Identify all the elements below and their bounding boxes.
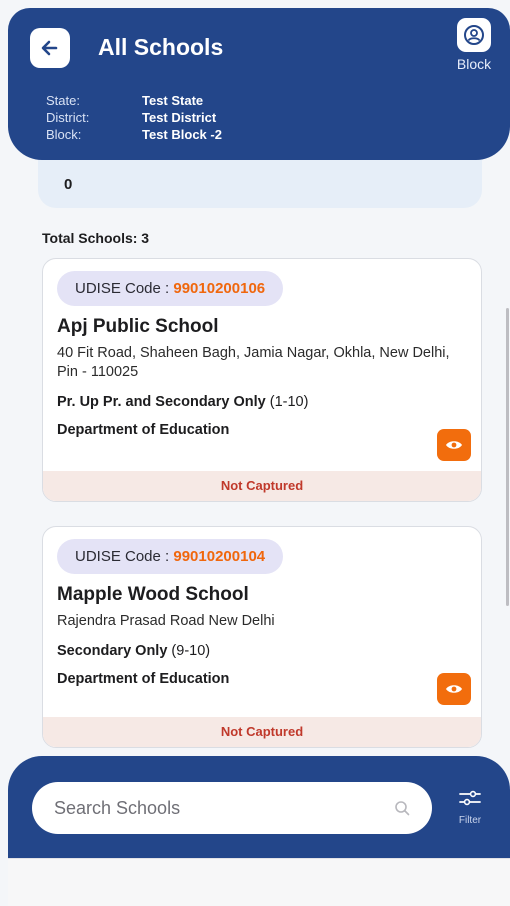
school-department: Department of Education bbox=[57, 422, 230, 438]
school-category: Pr. Up Pr. and Secondary Only (1-10) bbox=[57, 394, 481, 410]
back-button[interactable] bbox=[30, 28, 70, 68]
capture-status: Not Captured bbox=[43, 717, 481, 747]
block-value: Test Block -2 bbox=[142, 127, 222, 142]
profile-label: Block bbox=[456, 56, 492, 72]
school-name: Mapple Wood School bbox=[57, 584, 249, 605]
grade-range: (9-10) bbox=[167, 643, 211, 659]
user-circle-icon bbox=[464, 25, 484, 45]
state-row: State: Test State bbox=[46, 92, 222, 109]
block-row: Block: Test Block -2 bbox=[46, 126, 222, 143]
school-category: Secondary Only (9-10) bbox=[57, 643, 481, 659]
udise-badge: UDISE Code : 99010200106 bbox=[57, 271, 284, 306]
school-name: Apj Public School bbox=[57, 316, 219, 337]
school-address: Rajendra Prasad Road New Delhi bbox=[57, 613, 275, 629]
block-profile-button[interactable]: Block bbox=[450, 18, 498, 72]
search-box[interactable] bbox=[32, 782, 432, 834]
system-nav-area bbox=[8, 858, 510, 906]
category-name: Pr. Up Pr. and Secondary Only bbox=[57, 394, 266, 410]
udise-label: UDISE Code : bbox=[75, 548, 174, 565]
sliders-icon bbox=[459, 790, 481, 806]
category-name: Secondary Only bbox=[57, 643, 168, 659]
udise-badge: UDISE Code : 99010200104 bbox=[57, 539, 284, 574]
capture-status: Not Captured bbox=[43, 471, 481, 501]
filter-button[interactable]: Filter bbox=[448, 788, 492, 826]
state-value: Test State bbox=[142, 93, 204, 108]
scrollbar[interactable] bbox=[506, 308, 509, 606]
view-school-button[interactable] bbox=[437, 673, 471, 705]
udise-code: 99010200104 bbox=[173, 548, 266, 565]
page-title: All Schools bbox=[98, 34, 224, 60]
district-key: District: bbox=[46, 110, 90, 125]
arrow-left-icon bbox=[41, 40, 58, 56]
count-box: 0 bbox=[38, 160, 482, 208]
school-card[interactable]: UDISE Code : 99010200104 Mapple Wood Sch… bbox=[42, 526, 482, 748]
app-header: All Schools Block State: Test State Dist… bbox=[8, 8, 510, 160]
school-card[interactable]: UDISE Code : 99010200106 Apj Public Scho… bbox=[42, 258, 482, 502]
filter-label: Filter bbox=[458, 815, 482, 826]
udise-code: 99010200106 bbox=[173, 280, 266, 297]
search-bar-panel: Filter bbox=[8, 756, 510, 858]
udise-label: UDISE Code : bbox=[75, 280, 174, 297]
block-key: Block: bbox=[46, 127, 82, 142]
view-school-button[interactable] bbox=[437, 429, 471, 461]
search-icon[interactable] bbox=[394, 800, 410, 816]
location-info: State: Test State District: Test Distric… bbox=[46, 92, 222, 143]
district-value: Test District bbox=[142, 110, 217, 125]
school-address: 40 Fit Road, Shaheen Bagh, Jamia Nagar, … bbox=[57, 345, 450, 380]
school-department: Department of Education bbox=[57, 671, 230, 687]
state-key: State: bbox=[46, 93, 80, 108]
total-schools-label: Total Schools: 3 bbox=[42, 230, 150, 246]
search-input[interactable] bbox=[54, 797, 394, 819]
district-row: District: Test District bbox=[46, 109, 222, 126]
eye-icon bbox=[446, 441, 462, 449]
eye-icon bbox=[446, 685, 462, 693]
school-list[interactable]: 0 Total Schools: 3 UDISE Code : 99010200… bbox=[28, 160, 502, 760]
grade-range: (1-10) bbox=[265, 394, 309, 410]
